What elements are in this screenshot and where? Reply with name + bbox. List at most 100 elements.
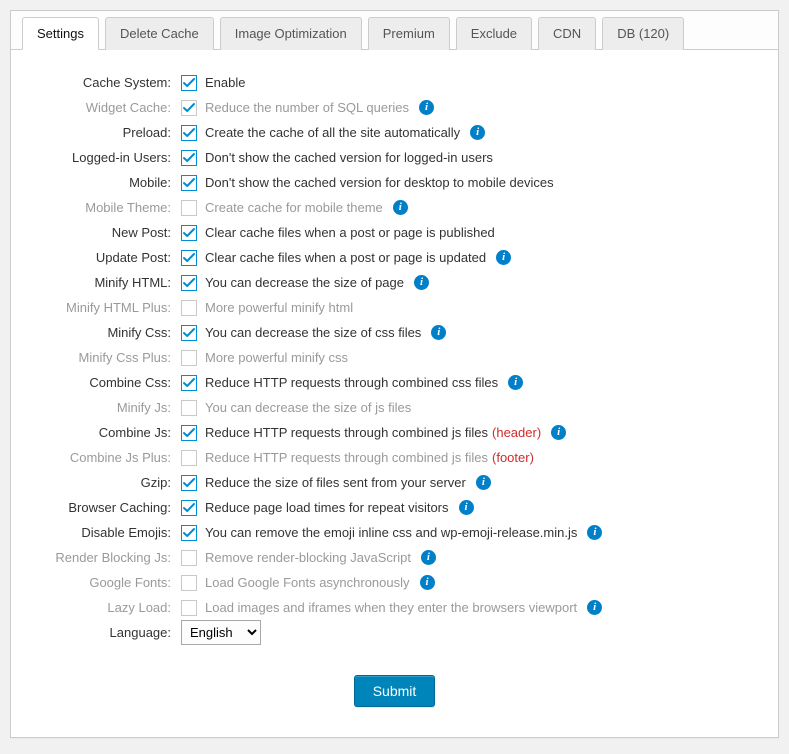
checkbox-combine-css[interactable]: [181, 375, 197, 391]
option-desc-combine-css: Reduce HTTP requests through combined cs…: [205, 370, 498, 395]
option-desc-minify-js: You can decrease the size of js files: [205, 395, 411, 420]
option-label-mobile: Mobile:: [41, 170, 181, 195]
option-row-combine-js-plus: Combine Js Plus:Reduce HTTP requests thr…: [41, 445, 748, 470]
language-label: Language:: [41, 620, 181, 645]
checkbox-mobile[interactable]: [181, 175, 197, 191]
option-desc-minify-html-plus: More powerful minify html: [205, 295, 353, 320]
language-select[interactable]: English: [181, 620, 261, 645]
checkbox-minify-html[interactable]: [181, 275, 197, 291]
info-icon[interactable]: i: [508, 375, 523, 390]
option-row-combine-css: Combine Css: Reduce HTTP requests through…: [41, 370, 748, 395]
checkbox-minify-js: [181, 400, 197, 416]
checkbox-minify-css[interactable]: [181, 325, 197, 341]
option-row-preload: Preload: Create the cache of all the site…: [41, 120, 748, 145]
option-row-minify-html: Minify HTML: You can decrease the size of…: [41, 270, 748, 295]
option-row-gzip: Gzip:Reduce the size of files sent from …: [41, 470, 748, 495]
checkbox-minify-html-plus: [181, 300, 197, 316]
option-label-preload: Preload:: [41, 120, 181, 145]
checkbox-mobile-theme: [181, 200, 197, 216]
option-row-mobile: Mobile: Don't show the cached version for…: [41, 170, 748, 195]
option-row-cache-system: Cache System: Enable: [41, 70, 748, 95]
tabs-bar: SettingsDelete CacheImage OptimizationPr…: [11, 11, 778, 50]
checkbox-lazy-load: [181, 600, 197, 616]
option-desc-minify-css-plus: More powerful minify css: [205, 345, 348, 370]
info-icon[interactable]: i: [421, 550, 436, 565]
option-desc-preload: Create the cache of all the site automat…: [205, 120, 460, 145]
option-desc-widget-cache: Reduce the number of SQL queries: [205, 95, 409, 120]
option-row-render-blocking-js: Render Blocking Js:Remove render-blockin…: [41, 545, 748, 570]
option-desc-minify-html: You can decrease the size of page: [205, 270, 404, 295]
option-desc-google-fonts: Load Google Fonts asynchronously: [205, 570, 410, 595]
checkbox-browser-caching[interactable]: [181, 500, 197, 516]
option-extra-combine-js-plus: (footer): [492, 445, 534, 470]
option-label-combine-js: Combine Js:: [41, 420, 181, 445]
info-icon[interactable]: i: [420, 575, 435, 590]
option-desc-disable-emojis: You can remove the emoji inline css and …: [205, 520, 577, 545]
checkbox-google-fonts: [181, 575, 197, 591]
option-label-widget-cache: Widget Cache:: [41, 95, 181, 120]
option-label-minify-css-plus: Minify Css Plus:: [41, 345, 181, 370]
checkbox-render-blocking-js: [181, 550, 197, 566]
checkbox-update-post[interactable]: [181, 250, 197, 266]
option-label-gzip: Gzip:: [41, 470, 181, 495]
option-extra-combine-js: (header): [492, 420, 541, 445]
option-label-browser-caching: Browser Caching:: [41, 495, 181, 520]
info-icon[interactable]: i: [587, 525, 602, 540]
option-desc-combine-js: Reduce HTTP requests through combined js…: [205, 420, 488, 445]
checkbox-gzip[interactable]: [181, 475, 197, 491]
option-row-minify-js: Minify Js: You can decrease the size of j…: [41, 395, 748, 420]
option-desc-cache-system: Enable: [205, 70, 245, 95]
option-label-lazy-load: Lazy Load:: [41, 595, 181, 620]
checkbox-disable-emojis[interactable]: [181, 525, 197, 541]
tab-cdn[interactable]: CDN: [538, 17, 596, 50]
checkbox-combine-js[interactable]: [181, 425, 197, 441]
option-label-disable-emojis: Disable Emojis:: [41, 520, 181, 545]
info-icon[interactable]: i: [476, 475, 491, 490]
option-desc-mobile-theme: Create cache for mobile theme: [205, 195, 383, 220]
checkbox-cache-system[interactable]: [181, 75, 197, 91]
tab-exclude[interactable]: Exclude: [456, 17, 532, 50]
info-icon[interactable]: i: [496, 250, 511, 265]
info-icon[interactable]: i: [587, 600, 602, 615]
option-label-mobile-theme: Mobile Theme:: [41, 195, 181, 220]
option-desc-lazy-load: Load images and iframes when they enter …: [205, 595, 577, 620]
checkbox-preload[interactable]: [181, 125, 197, 141]
option-desc-mobile: Don't show the cached version for deskto…: [205, 170, 554, 195]
info-icon[interactable]: i: [459, 500, 474, 515]
option-label-minify-html-plus: Minify HTML Plus:: [41, 295, 181, 320]
option-row-new-post: New Post:Clear cache files when a post o…: [41, 220, 748, 245]
option-label-minify-js: Minify Js:: [41, 395, 181, 420]
checkbox-combine-js-plus: [181, 450, 197, 466]
option-row-update-post: Update Post:Clear cache files when a pos…: [41, 245, 748, 270]
option-row-minify-html-plus: Minify HTML Plus: More powerful minify ht…: [41, 295, 748, 320]
checkbox-minify-css-plus: [181, 350, 197, 366]
tab-settings[interactable]: Settings: [22, 17, 99, 50]
info-icon[interactable]: i: [470, 125, 485, 140]
option-label-minify-html: Minify HTML:: [41, 270, 181, 295]
option-row-browser-caching: Browser Caching:Reduce page load times f…: [41, 495, 748, 520]
checkbox-widget-cache: [181, 100, 197, 116]
info-icon[interactable]: i: [551, 425, 566, 440]
tab-premium[interactable]: Premium: [368, 17, 450, 50]
tab-db-120[interactable]: DB (120): [602, 17, 684, 50]
option-label-google-fonts: Google Fonts:: [41, 570, 181, 595]
info-icon[interactable]: i: [419, 100, 434, 115]
info-icon[interactable]: i: [393, 200, 408, 215]
option-desc-render-blocking-js: Remove render-blocking JavaScript: [205, 545, 411, 570]
option-row-widget-cache: Widget Cache: Reduce the number of SQL qu…: [41, 95, 748, 120]
option-label-cache-system: Cache System:: [41, 70, 181, 95]
info-icon[interactable]: i: [414, 275, 429, 290]
info-icon[interactable]: i: [431, 325, 446, 340]
submit-row: Submit: [41, 675, 748, 707]
option-label-logged-in-users: Logged-in Users:: [41, 145, 181, 170]
option-row-lazy-load: Lazy Load: Load images and iframes when t…: [41, 595, 748, 620]
option-label-minify-css: Minify Css:: [41, 320, 181, 345]
submit-button[interactable]: Submit: [354, 675, 436, 707]
checkbox-logged-in-users[interactable]: [181, 150, 197, 166]
tab-delete-cache[interactable]: Delete Cache: [105, 17, 214, 50]
tab-image-optimization[interactable]: Image Optimization: [220, 17, 362, 50]
option-row-combine-js: Combine Js: Reduce HTTP requests through …: [41, 420, 748, 445]
option-desc-new-post: Clear cache files when a post or page is…: [205, 220, 495, 245]
option-label-combine-css: Combine Css:: [41, 370, 181, 395]
checkbox-new-post[interactable]: [181, 225, 197, 241]
